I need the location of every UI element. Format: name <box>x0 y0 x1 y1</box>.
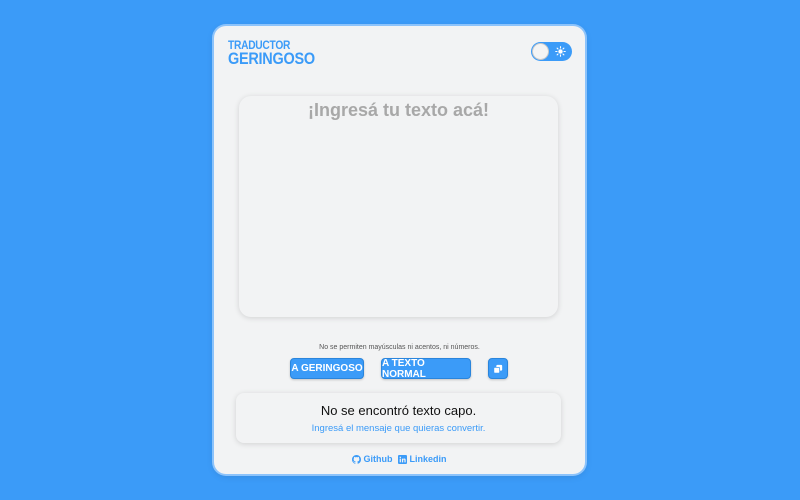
to-normal-text-button[interactable]: A TEXTO NORMAL <box>381 357 471 380</box>
github-link[interactable]: Github <box>352 454 392 464</box>
result-subtitle: Ingresá el mensaje que quieras convertir… <box>311 423 486 434</box>
translator-card: TRADUCTOR GERINGOSO No se permiten mayús… <box>214 26 585 474</box>
toggle-knob <box>532 43 549 60</box>
to-geringoso-label: A GERINGOSO <box>291 363 363 374</box>
to-normal-text-label: A TEXTO NORMAL <box>382 357 426 380</box>
result-panel: No se encontró texto capo. Ingresá el me… <box>236 393 561 443</box>
to-geringoso-button[interactable]: A GERINGOSO <box>290 358 364 379</box>
text-input-panel <box>239 96 558 317</box>
sun-icon <box>555 46 566 57</box>
result-title: No se encontró texto capo. <box>320 403 477 418</box>
text-input[interactable] <box>239 96 558 317</box>
github-label: Github <box>363 454 393 464</box>
footer-links: Github Linkedin <box>214 454 585 464</box>
logo-line-2: GERINGOSO <box>228 49 315 69</box>
theme-toggle[interactable] <box>531 42 572 61</box>
app-logo: TRADUCTOR GERINGOSO <box>228 39 330 69</box>
copy-button[interactable] <box>488 358 508 379</box>
linkedin-label: Linkedin <box>409 454 447 464</box>
github-icon <box>352 454 362 464</box>
input-notice: No se permiten mayúsculas ni acentos, ni… <box>319 344 480 351</box>
copy-icon <box>493 364 503 374</box>
linkedin-icon <box>398 454 408 464</box>
linkedin-link[interactable]: Linkedin <box>398 454 447 464</box>
